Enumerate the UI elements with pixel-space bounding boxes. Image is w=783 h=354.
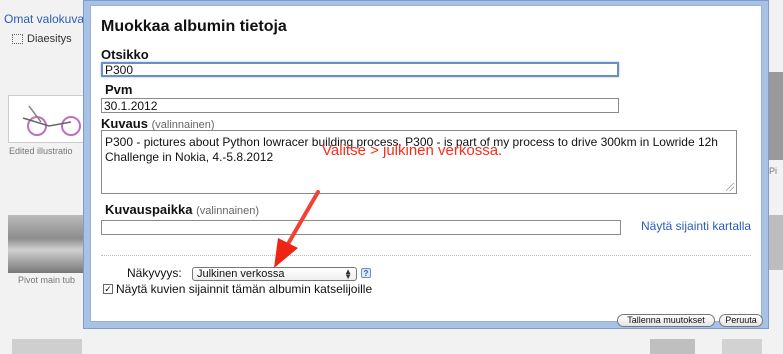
photo-thumbnail-edited[interactable]: Edited illustratio (8, 95, 88, 156)
slideshow-link[interactable]: Diaesitys (12, 33, 72, 45)
visibility-label: Näkyvyys: (127, 266, 182, 280)
show-locations-label: Näytä kuvien sijainnit tämän albumin kat… (116, 282, 373, 296)
location-label-text: Kuvauspaikka (105, 202, 193, 217)
description-label-text: Kuvaus (101, 116, 148, 131)
annotation-text: Valitse > julkinen verkossa. (322, 142, 503, 159)
photo-thumbnail-bottom-1[interactable] (12, 339, 82, 354)
cancel-button[interactable]: Peruuta (719, 314, 763, 327)
photo-thumbnail-right-1[interactable] (768, 72, 783, 160)
title-label: Otsikko (101, 47, 149, 62)
slideshow-label: Diaesitys (27, 33, 72, 45)
photo-thumbnail-bottom-2[interactable] (650, 339, 695, 354)
location-input[interactable] (101, 220, 621, 235)
thumbnail-caption: Pi (769, 166, 778, 176)
show-on-map-link[interactable]: Näytä sijainti kartalla (641, 219, 751, 233)
title-input[interactable]: P300 (101, 62, 619, 77)
photo-thumbnail-right-2[interactable] (768, 215, 783, 270)
description-textarea[interactable]: P300 - pictures about Python lowracer bu… (101, 130, 737, 194)
description-label: Kuvaus (valinnainen) (101, 116, 215, 131)
slideshow-icon (12, 34, 23, 44)
separator (101, 255, 751, 256)
show-locations-checkbox[interactable]: ✓ (103, 284, 113, 294)
date-label: Pvm (105, 82, 133, 97)
save-changes-button[interactable]: Tallenna muutokset (617, 314, 715, 327)
dialog-title: Muokkaa albumin tietoja (101, 18, 287, 35)
select-arrows-icon: ▲ ▼ (344, 267, 352, 281)
optional-hint: (valinnainen) (196, 205, 260, 217)
date-input[interactable]: 30.1.2012 (101, 98, 619, 113)
bike-drawing-icon (22, 105, 81, 136)
dialog-body: Muokkaa albumin tietoja Otsikko P300 Pvm… (90, 5, 763, 327)
edit-album-dialog: Muokkaa albumin tietoja Otsikko P300 Pvm… (83, 0, 769, 329)
help-icon[interactable]: ? (361, 268, 371, 278)
my-photos-link[interactable]: Omat valokuva (4, 12, 84, 26)
show-locations-row[interactable]: ✓ Näytä kuvien sijainnit tämän albumin k… (103, 282, 372, 296)
location-label: Kuvauspaikka (valinnainen) (105, 202, 259, 217)
annotation-arrow-icon (274, 190, 320, 268)
photo-thumbnail-bottom-3[interactable] (722, 339, 762, 354)
photo-thumbnail-pivot[interactable]: Pivot main tub (8, 215, 90, 285)
resize-grip-icon[interactable] (726, 183, 734, 191)
